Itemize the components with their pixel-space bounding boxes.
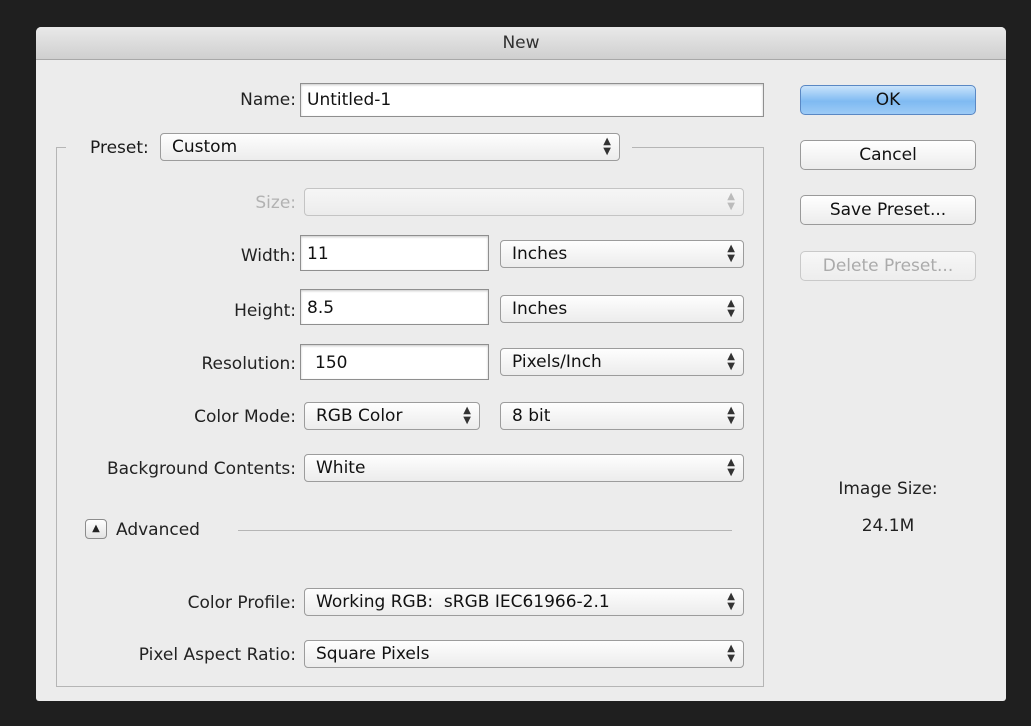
up-down-arrows-icon: ▲ ▼: [463, 405, 471, 426]
size-label: Size:: [255, 193, 296, 213]
up-down-arrows-icon: ▲ ▼: [727, 191, 735, 212]
advanced-label: Advanced: [116, 520, 200, 540]
cancel-button[interactable]: Cancel: [800, 140, 976, 170]
advanced-disclosure-button[interactable]: ▲: [85, 519, 107, 539]
up-down-arrows-icon: ▲ ▼: [727, 298, 735, 319]
size-select: ▲ ▼: [304, 188, 744, 216]
height-unit-value: Inches: [512, 299, 568, 319]
background-contents-value: White: [316, 458, 366, 478]
ok-button[interactable]: OK: [800, 85, 976, 115]
color-profile-value: Working RGB: sRGB IEC61966-2.1: [316, 592, 610, 612]
pixel-aspect-ratio-select[interactable]: Square Pixels ▲ ▼: [304, 640, 744, 668]
resolution-unit-select[interactable]: Pixels/Inch ▲ ▼: [500, 348, 744, 376]
pixel-aspect-ratio-label: Pixel Aspect Ratio:: [138, 645, 296, 665]
preset-label: Preset:: [90, 138, 149, 158]
up-down-arrows-icon: ▲ ▼: [727, 351, 735, 372]
up-down-arrows-icon: ▲ ▼: [727, 591, 735, 612]
height-label: Height:: [234, 301, 296, 321]
height-unit-select[interactable]: Inches ▲ ▼: [500, 295, 744, 323]
color-profile-select[interactable]: Working RGB: sRGB IEC61966-2.1 ▲ ▼: [304, 588, 744, 616]
advanced-divider: [238, 530, 732, 531]
delete-preset-button: Delete Preset...: [800, 251, 976, 281]
width-label: Width:: [240, 246, 296, 266]
color-mode-label: Color Mode:: [194, 407, 296, 427]
bit-depth-select[interactable]: 8 bit ▲ ▼: [500, 402, 744, 430]
up-down-arrows-icon: ▲ ▼: [727, 405, 735, 426]
width-field[interactable]: 11: [300, 235, 489, 271]
resolution-unit-value: Pixels/Inch: [512, 352, 602, 372]
new-document-dialog: New Name: Untitled-1 Preset: Custom ▲ ▼ S…: [36, 27, 1006, 701]
triangle-up-icon: ▲: [92, 523, 100, 534]
color-mode-select[interactable]: RGB Color ▲ ▼: [304, 402, 480, 430]
resolution-label: Resolution:: [201, 354, 296, 374]
save-preset-button[interactable]: Save Preset...: [800, 195, 976, 225]
height-field[interactable]: 8.5: [300, 289, 489, 325]
preset-gap: [620, 137, 632, 157]
title-bar: New: [36, 27, 1006, 60]
window-title: New: [502, 33, 540, 53]
background-contents-label: Background Contents:: [106, 459, 296, 479]
width-unit-select[interactable]: Inches ▲ ▼: [500, 240, 744, 268]
background-contents-select[interactable]: White ▲ ▼: [304, 454, 744, 482]
preset-legend: Preset:: [66, 133, 162, 161]
preset-select[interactable]: Custom ▲ ▼: [160, 133, 620, 161]
name-field[interactable]: Untitled-1: [300, 83, 764, 117]
preset-value: Custom: [172, 137, 238, 157]
color-profile-label: Color Profile:: [187, 593, 296, 613]
image-size-label: Image Size:: [838, 479, 938, 499]
up-down-arrows-icon: ▲ ▼: [603, 136, 611, 157]
pixel-aspect-ratio-value: Square Pixels: [316, 644, 430, 664]
name-label: Name:: [240, 90, 296, 110]
up-down-arrows-icon: ▲ ▼: [727, 457, 735, 478]
resolution-field[interactable]: 150: [300, 344, 489, 380]
up-down-arrows-icon: ▲ ▼: [727, 643, 735, 664]
up-down-arrows-icon: ▲ ▼: [727, 243, 735, 264]
image-size-value: 24.1M: [861, 516, 915, 536]
width-unit-value: Inches: [512, 244, 568, 264]
color-mode-value: RGB Color: [316, 406, 403, 426]
bit-depth-value: 8 bit: [512, 406, 551, 426]
